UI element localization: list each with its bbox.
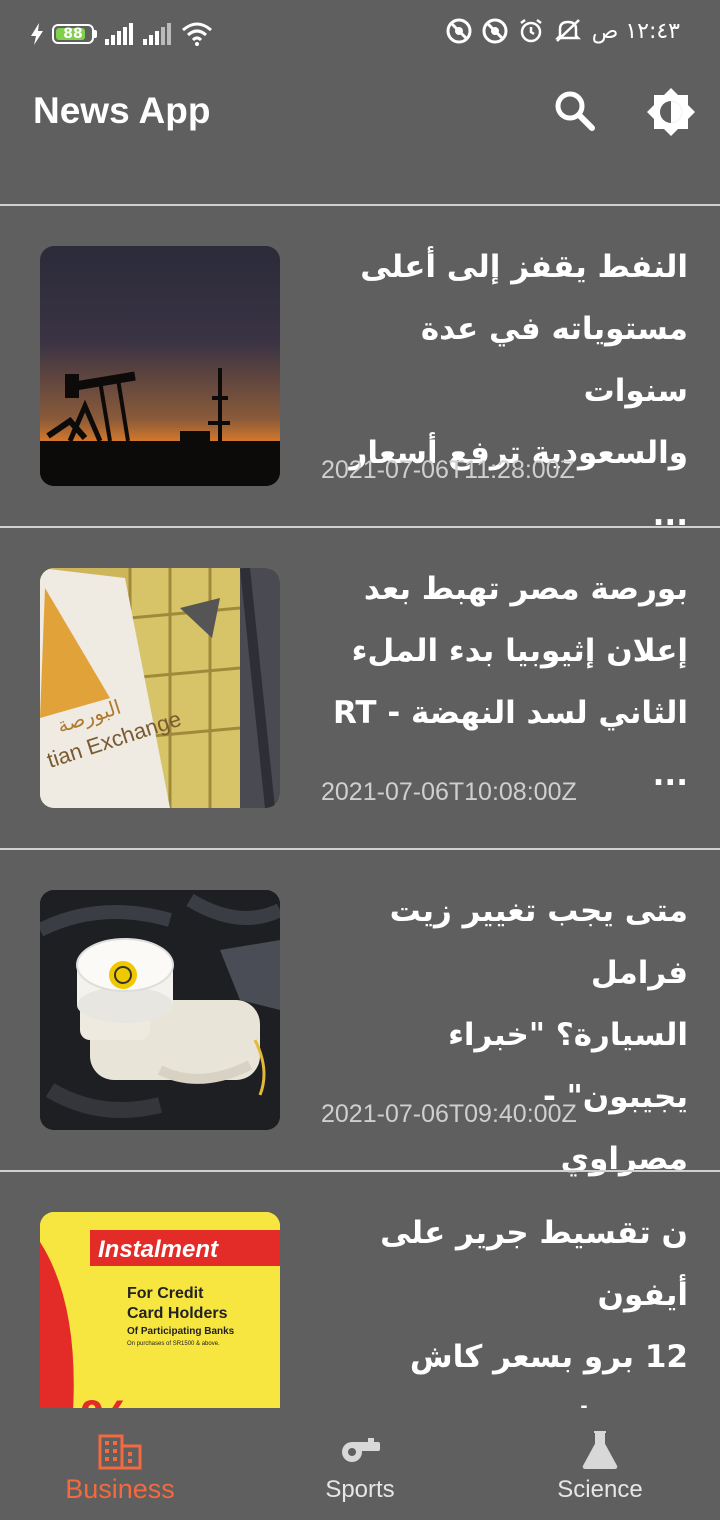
whistle-icon xyxy=(342,1438,380,1462)
app-title: News App xyxy=(33,90,211,131)
wifi-icon xyxy=(182,22,212,46)
article-thumbnail xyxy=(40,246,280,486)
article-item[interactable]: النفط يقفز إلى أعلى مستوياته في عدة سنوا… xyxy=(0,206,720,533)
article-title[interactable]: بورصة مصر تهبط بعد إعلان إثيوبيا بدء الم… xyxy=(318,558,688,806)
bottom-navigation: Business Sports Science xyxy=(0,1408,720,1520)
ad-banner-text: Instalment xyxy=(98,1236,219,1263)
status-left: 88 xyxy=(30,22,213,46)
charging-icon xyxy=(31,23,43,45)
nav-label: Science xyxy=(557,1476,643,1503)
alarm-icon xyxy=(519,19,542,43)
flask-icon xyxy=(582,1431,618,1469)
notification-icon xyxy=(446,18,472,44)
article-title[interactable]: النفط يقفز إلى أعلى مستوياته في عدة سنوا… xyxy=(318,236,688,546)
status-time: ١٢:٤٣ ص xyxy=(591,18,680,44)
search-button[interactable] xyxy=(552,88,598,134)
oil-pump-image xyxy=(40,368,280,486)
article-thumbnail xyxy=(40,890,280,1130)
nav-science[interactable]: Science xyxy=(480,1408,720,1520)
ad-line-4: On purchases of SR1500 & above. xyxy=(127,1341,220,1347)
article-item[interactable]: متى يجب تغيير زيت فرامل السيارة؟ "خبراء … xyxy=(0,850,720,1177)
cell-signal-2-icon xyxy=(143,23,171,45)
nav-business[interactable]: Business xyxy=(0,1408,240,1520)
nav-label: Business xyxy=(65,1474,175,1504)
battery-percent: 88 xyxy=(63,26,83,42)
article-date: 2021-07-06T09:40:00Z xyxy=(321,1100,577,1128)
nav-sports[interactable]: Sports xyxy=(240,1408,480,1520)
article-title[interactable]: متى يجب تغيير زيت فرامل السيارة؟ "خبراء … xyxy=(318,880,688,1190)
mute-icon xyxy=(554,19,581,42)
cell-signal-icon xyxy=(105,23,133,45)
article-thumbnail: tian Exchange البورصة xyxy=(40,568,280,808)
notification-2-icon xyxy=(482,18,508,44)
article-item[interactable]: tian Exchange البورصة بورصة مصر تهبط بعد… xyxy=(0,528,720,850)
brake-reservoir-image xyxy=(40,890,280,1130)
ad-line-3: Of Participating Banks xyxy=(127,1326,235,1337)
article-date: 2021-07-06T11:28:00Z xyxy=(321,456,575,484)
nav-label: Sports xyxy=(325,1476,395,1503)
status-bar: 88 ١٢:٤٣ ص xyxy=(0,0,720,70)
theme-toggle-button[interactable] xyxy=(645,86,697,138)
app-bar: News App xyxy=(0,70,720,160)
ad-line-1: For Credit xyxy=(127,1285,204,1302)
brightness-icon xyxy=(647,88,695,136)
building-icon xyxy=(98,1434,142,1470)
battery-indicator: 88 xyxy=(52,24,97,44)
search-icon xyxy=(555,91,595,131)
status-right: ١٢:٤٣ ص xyxy=(446,18,680,44)
exchange-image: tian Exchange البورصة xyxy=(40,568,280,808)
article-date: 2021-07-06T10:08:00Z xyxy=(321,778,577,806)
ad-line-2: Card Holders xyxy=(127,1305,228,1322)
